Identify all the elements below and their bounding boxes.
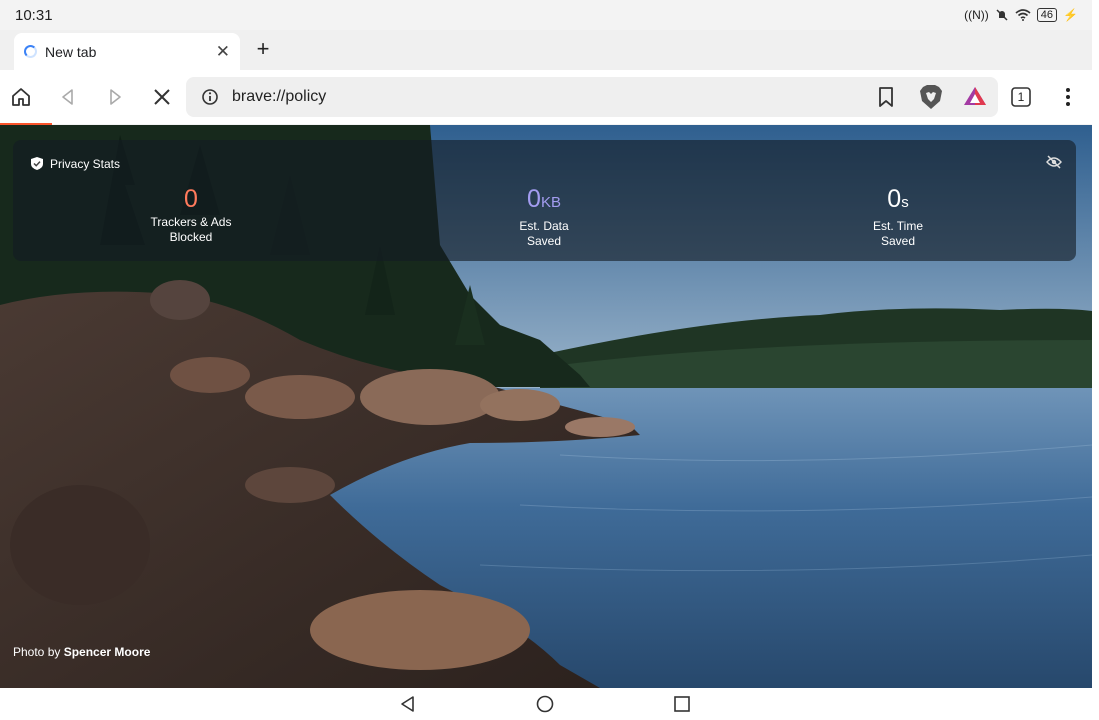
time-label-line1: Est. Time (872, 219, 923, 233)
home-icon[interactable] (9, 85, 33, 109)
time-unit: s (901, 194, 909, 211)
stat-trackers-blocked: 0 Trackers & Ads Blocked (121, 184, 261, 244)
data-label-line2: Saved (526, 234, 562, 248)
omnibox[interactable]: brave://policy (186, 77, 998, 117)
time-label-line2: Saved (880, 234, 916, 248)
photo-credit-prefix: Photo by (13, 645, 61, 659)
tab-title: New tab (45, 43, 97, 60)
nav-recents-icon[interactable] (672, 694, 692, 714)
tab-new-tab[interactable]: New tab ✕ (14, 33, 240, 70)
url-text[interactable]: brave://policy (232, 88, 326, 106)
tab-count: 1 (1017, 90, 1025, 104)
time-value: 0 (887, 185, 902, 213)
status-bar: 10:31 ((N)) 46 ⚡ (0, 0, 1092, 30)
shield-check-icon (31, 157, 43, 170)
forward-icon[interactable] (103, 85, 127, 109)
trackers-value: 0 (184, 185, 198, 213)
close-icon[interactable]: ✕ (216, 42, 230, 62)
back-icon[interactable] (56, 85, 80, 109)
privacy-stats-heading: Privacy Stats (30, 156, 120, 171)
system-nav-bar (0, 688, 1092, 720)
trackers-label-line2: Blocked (169, 230, 213, 244)
nav-home-icon[interactable] (535, 694, 555, 714)
brave-shields-icon[interactable] (919, 84, 943, 115)
nfc-icon: ((N)) (964, 8, 989, 22)
nav-back-icon[interactable] (398, 694, 418, 714)
trackers-label-line1: Trackers & Ads (150, 215, 232, 229)
loading-spinner-icon (24, 45, 37, 58)
wifi-icon (1015, 9, 1031, 21)
stop-loading-icon[interactable] (150, 85, 174, 109)
clock: 10:31 (15, 6, 53, 24)
status-icons: ((N)) 46 ⚡ (964, 8, 1078, 22)
data-label-line1: Est. Data (519, 219, 569, 233)
time-value-row: 0s (828, 184, 968, 218)
site-info-icon[interactable] (201, 88, 219, 111)
bookmark-icon[interactable] (877, 86, 895, 113)
stat-data-saved: 0KB Est. Data Saved (474, 184, 614, 248)
mute-icon (996, 9, 1008, 21)
tab-switcher-button[interactable]: 1 (1009, 85, 1033, 109)
data-unit: KB (540, 194, 561, 211)
new-tab-button[interactable]: + (252, 36, 274, 62)
privacy-stats-title: Privacy Stats (50, 156, 121, 171)
tab-strip: New tab ✕ + (0, 30, 1092, 70)
data-value-row: 0KB (474, 184, 614, 218)
photo-credit[interactable]: Photo by Spencer Moore (13, 645, 150, 659)
charging-icon: ⚡ (1063, 8, 1078, 22)
screen-edge (1092, 0, 1099, 720)
more-menu-icon[interactable] (1056, 85, 1080, 109)
battery-icon: 46 (1036, 8, 1058, 22)
stat-time-saved: 0s Est. Time Saved (828, 184, 968, 248)
rewards-icon[interactable] (963, 85, 987, 112)
data-value: 0 (527, 185, 541, 213)
new-tab-page: Privacy Stats 0 Trackers & Ads Blocked 0… (0, 125, 1092, 688)
toolbar: brave://policy 1 (0, 70, 1092, 124)
privacy-stats-panel: Privacy Stats 0 Trackers & Ads Blocked 0… (13, 140, 1076, 261)
hide-stats-eye-off-icon[interactable] (1046, 155, 1062, 174)
photo-credit-author[interactable]: Spencer Moore (64, 645, 151, 659)
